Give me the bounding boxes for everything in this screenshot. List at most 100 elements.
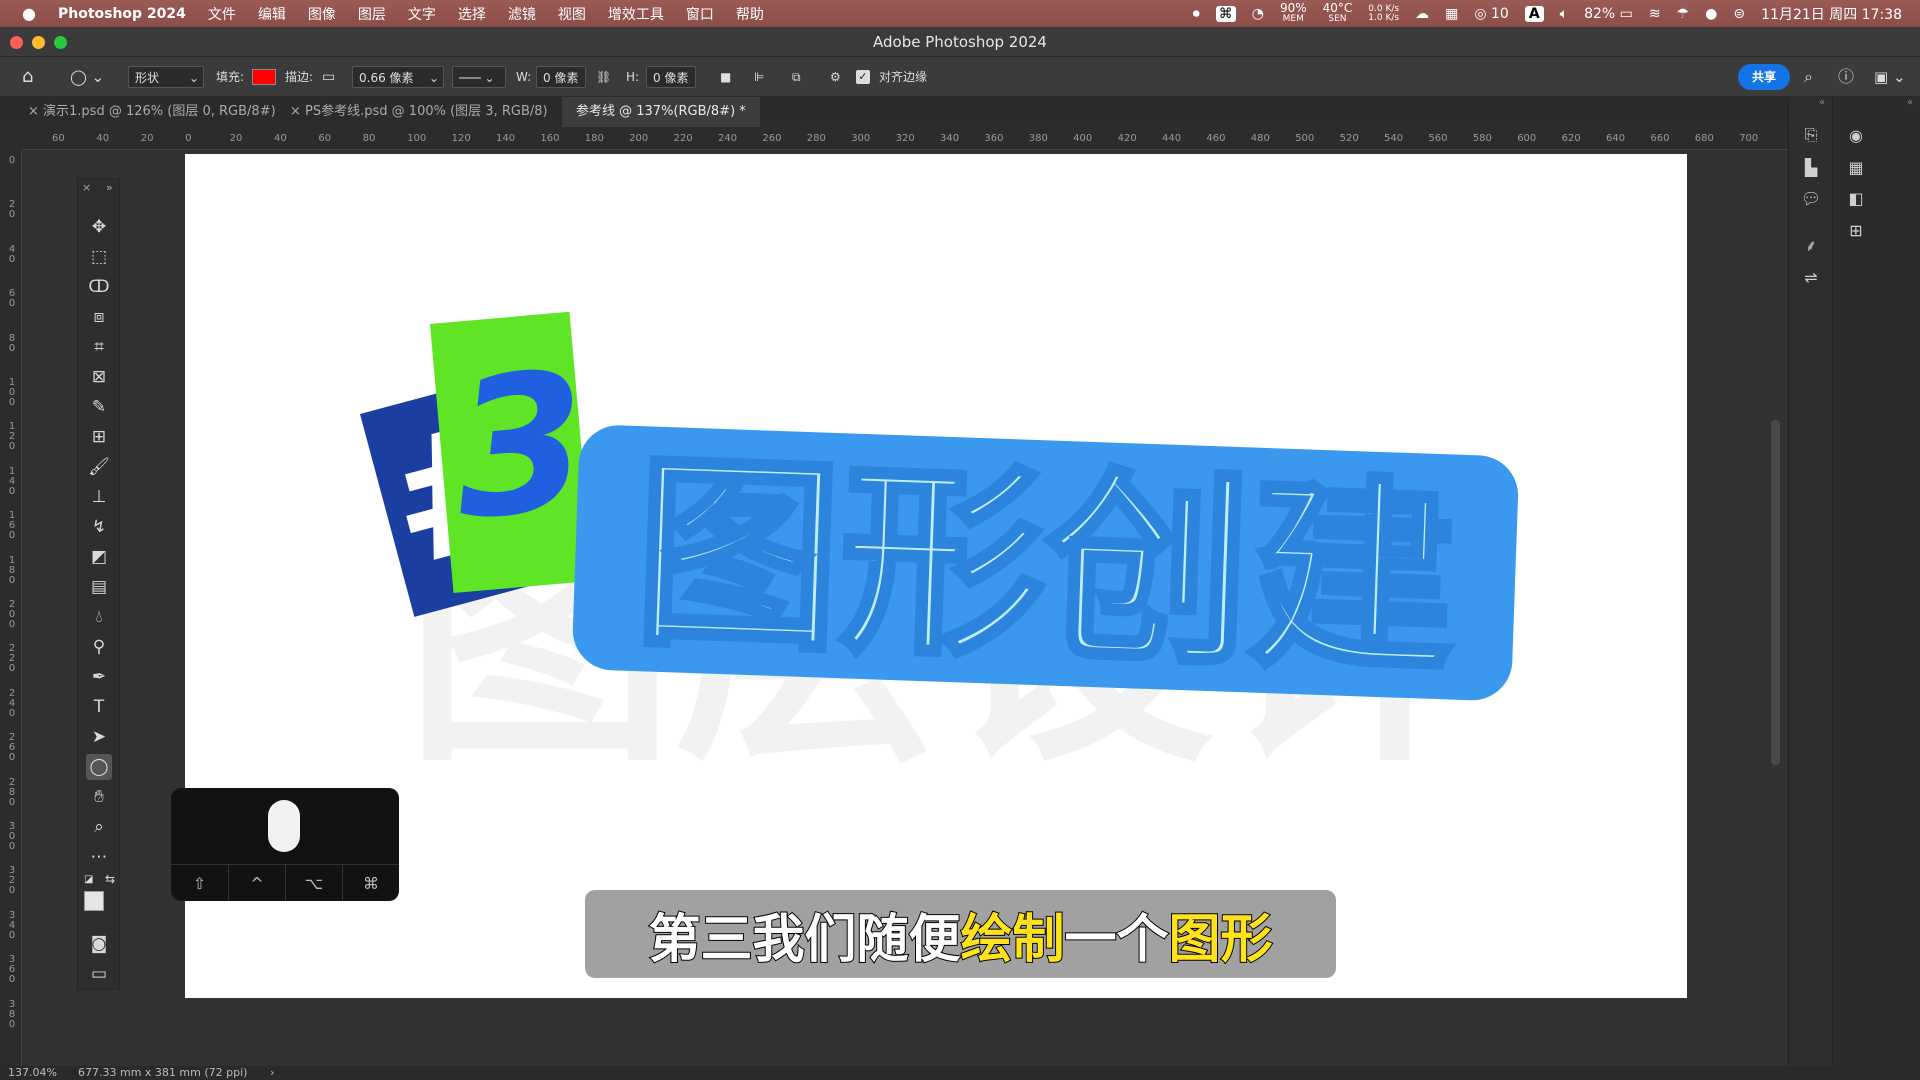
stroke-type-select[interactable]: ─── ⌄ (452, 66, 506, 88)
minimize-window-button[interactable] (32, 36, 45, 49)
ellipse-tool-preset-icon[interactable]: ◯ ⌄ (70, 66, 104, 88)
foreground-color-swatch[interactable] (84, 891, 104, 911)
tab-demo1[interactable]: × 演示1.psd @ 126% (图层 0, RGB/8#) (14, 97, 290, 127)
umbrella-icon[interactable]: ☂ (1677, 6, 1690, 22)
volume-icon[interactable]: 🔈︎ (1560, 6, 1568, 22)
eraser-tool-icon[interactable]: ◩ (86, 544, 112, 570)
wechat-icon[interactable]: ◎ 10 (1474, 6, 1509, 22)
menu-type[interactable]: 文字 (408, 4, 436, 24)
color-panel-icon[interactable]: ◉ (1843, 122, 1869, 148)
width-field[interactable]: 0 像素 (536, 66, 586, 88)
menu-layer[interactable]: 图层 (358, 4, 386, 24)
properties-panel-icon[interactable]: ▙ (1798, 154, 1824, 180)
tab-guides-psd[interactable]: × PS参考线.psd @ 100% (图层 3, RGB/8) (276, 97, 562, 127)
stroke-color-swatch[interactable]: ▭ (322, 66, 335, 88)
vertical-scrollbar[interactable] (1771, 420, 1780, 765)
path-selection-tool-icon[interactable]: ➤ (86, 724, 112, 750)
patterns-panel-icon[interactable]: ⊞ (1843, 217, 1869, 243)
height-field[interactable]: 0 像素 (646, 66, 696, 88)
ellipse-tool-icon[interactable]: ◯ (86, 754, 112, 780)
menu-image[interactable]: 图像 (308, 4, 336, 24)
zoom-window-button[interactable] (54, 36, 67, 49)
shape-mode-select[interactable]: 形状 ⌄ (128, 66, 204, 88)
zoom-level[interactable]: 137.04% (8, 1066, 57, 1079)
hand-tool-icon[interactable]: ✋︎ (86, 784, 112, 810)
wifi-icon[interactable]: ≋ (1649, 6, 1661, 22)
more-tools-icon[interactable]: ⋯ (86, 844, 112, 870)
history-panel-icon[interactable]: ⎘ (1798, 122, 1824, 148)
history-brush-tool-icon[interactable]: ↯ (86, 514, 112, 540)
help-icon[interactable]: ⓘ (1838, 66, 1854, 88)
type-tool-icon[interactable]: T (86, 694, 112, 720)
gear-icon[interactable]: ⚙ (830, 66, 841, 88)
clock-icon[interactable]: ◔ (1252, 6, 1264, 22)
frame-tool-icon[interactable]: ⊠ (86, 364, 112, 390)
screen-mode-icon[interactable]: ▭ (86, 961, 112, 987)
move-tool-icon[interactable]: ✥ (86, 214, 112, 240)
apple-icon[interactable]: ● (22, 4, 36, 23)
fill-color-swatch[interactable] (252, 69, 276, 85)
pen-tool-icon[interactable]: ✒ (86, 664, 112, 690)
path-operations-icon[interactable]: ■ (720, 66, 731, 88)
path-alignment-icon[interactable]: ⊫ (754, 66, 764, 88)
default-colors-icon[interactable]: ◪ (84, 874, 93, 885)
crop-tool-icon[interactable]: ⌗ (86, 334, 112, 360)
battery-indicator[interactable]: 82% ▭ (1584, 6, 1633, 22)
object-selection-tool-icon[interactable]: ⧈ (86, 304, 112, 330)
collapse-dock-icon[interactable]: « (1907, 97, 1913, 108)
dodge-tool-icon[interactable]: ⚲ (86, 634, 112, 660)
document-canvas[interactable]: 图层设计 # 3 图形创建 (185, 154, 1687, 998)
swatches-panel-icon[interactable]: ▦ (1843, 154, 1869, 180)
menu-view[interactable]: 视图 (558, 4, 586, 24)
share-button[interactable]: 共享 (1738, 64, 1790, 90)
align-edges-checkbox[interactable]: ✓ (856, 70, 870, 84)
link-icon[interactable]: ⛓ (596, 66, 611, 88)
gradient-tool-icon[interactable]: ▤ (86, 574, 112, 600)
close-panel-icon[interactable]: × (82, 181, 91, 194)
search-icon[interactable]: ⌕ (1804, 66, 1813, 88)
status-expand-icon[interactable]: › (270, 1066, 274, 1079)
stroke-width-field[interactable]: 0.66 像素 ⌄ (352, 66, 444, 88)
zoom-tool-icon[interactable]: ⌕ (86, 814, 112, 840)
ruler-corner[interactable] (0, 127, 22, 150)
record-icon[interactable]: ⏺ (1193, 6, 1200, 22)
gradients-panel-icon[interactable]: ◧ (1843, 185, 1869, 211)
workspace-icon[interactable]: ▣ ⌄ (1874, 66, 1906, 88)
comments-panel-icon[interactable]: 💬︎ (1798, 185, 1824, 211)
menu-edit[interactable]: 编辑 (258, 4, 286, 24)
datetime[interactable]: 11月21日 周四 17:38 (1761, 4, 1902, 24)
horizontal-ruler[interactable]: 60 40 20 0 20 40 60 80 100 120 140 160 180 200 220 240 2… (22, 127, 1788, 150)
menu-select[interactable]: 选择 (458, 4, 486, 24)
cloud-icon[interactable]: ☁ (1415, 6, 1429, 22)
vertical-ruler[interactable]: 0 2 0 4 0 6 0 8 0 1 0 0 1 2 0 1 4 0 1 6 0 1 8 0 2 … (0, 150, 22, 1080)
eyedropper-tool-icon[interactable]: ✎ (86, 394, 112, 420)
net-stat[interactable]: 0.0 K/s 1.0 K/s (1368, 4, 1399, 23)
quick-mask-icon[interactable]: ◙ (86, 931, 112, 957)
user-icon[interactable]: ● (1705, 6, 1717, 22)
temp-stat[interactable]: 40°C SEN (1323, 2, 1353, 24)
command-icon[interactable]: ⌘ (1215, 5, 1236, 22)
marquee-tool-icon[interactable]: ⬚ (86, 244, 112, 270)
close-window-button[interactable] (10, 36, 23, 49)
brush-settings-panel-icon[interactable]: ⸙ (1798, 232, 1824, 258)
swap-colors-icon[interactable]: ⇆ (105, 872, 115, 886)
collapse-dock-icon[interactable]: « (1819, 97, 1825, 108)
input-method-icon[interactable]: A (1524, 5, 1544, 22)
mem-stat[interactable]: 90% MEM (1280, 2, 1307, 24)
stamp-tool-icon[interactable]: ⊥ (86, 484, 112, 510)
healing-brush-tool-icon[interactable]: ⊞ (86, 424, 112, 450)
app-menu[interactable]: Photoshop 2024 (58, 6, 186, 22)
menu-filter[interactable]: 滤镜 (508, 4, 536, 24)
collapse-panel-icon[interactable]: » (106, 181, 113, 194)
path-arrangement-icon[interactable]: ⧉ (792, 66, 801, 88)
brush-tool-icon[interactable]: 🖌︎ (86, 454, 112, 480)
grid-icon[interactable]: ▦ (1445, 6, 1458, 22)
control-center-icon[interactable]: ⊜ (1733, 6, 1745, 22)
home-icon[interactable]: ⌂ (22, 66, 33, 88)
menu-plugins[interactable]: 增效工具 (608, 4, 664, 24)
tab-guides-active[interactable]: 参考线 @ 137%(RGB/8#) * (562, 97, 760, 127)
blur-tool-icon[interactable]: 💧︎ (86, 604, 112, 630)
menu-file[interactable]: 文件 (208, 4, 236, 24)
lasso-tool-icon[interactable]: ↀ (86, 274, 112, 300)
menu-help[interactable]: 帮助 (736, 4, 764, 24)
